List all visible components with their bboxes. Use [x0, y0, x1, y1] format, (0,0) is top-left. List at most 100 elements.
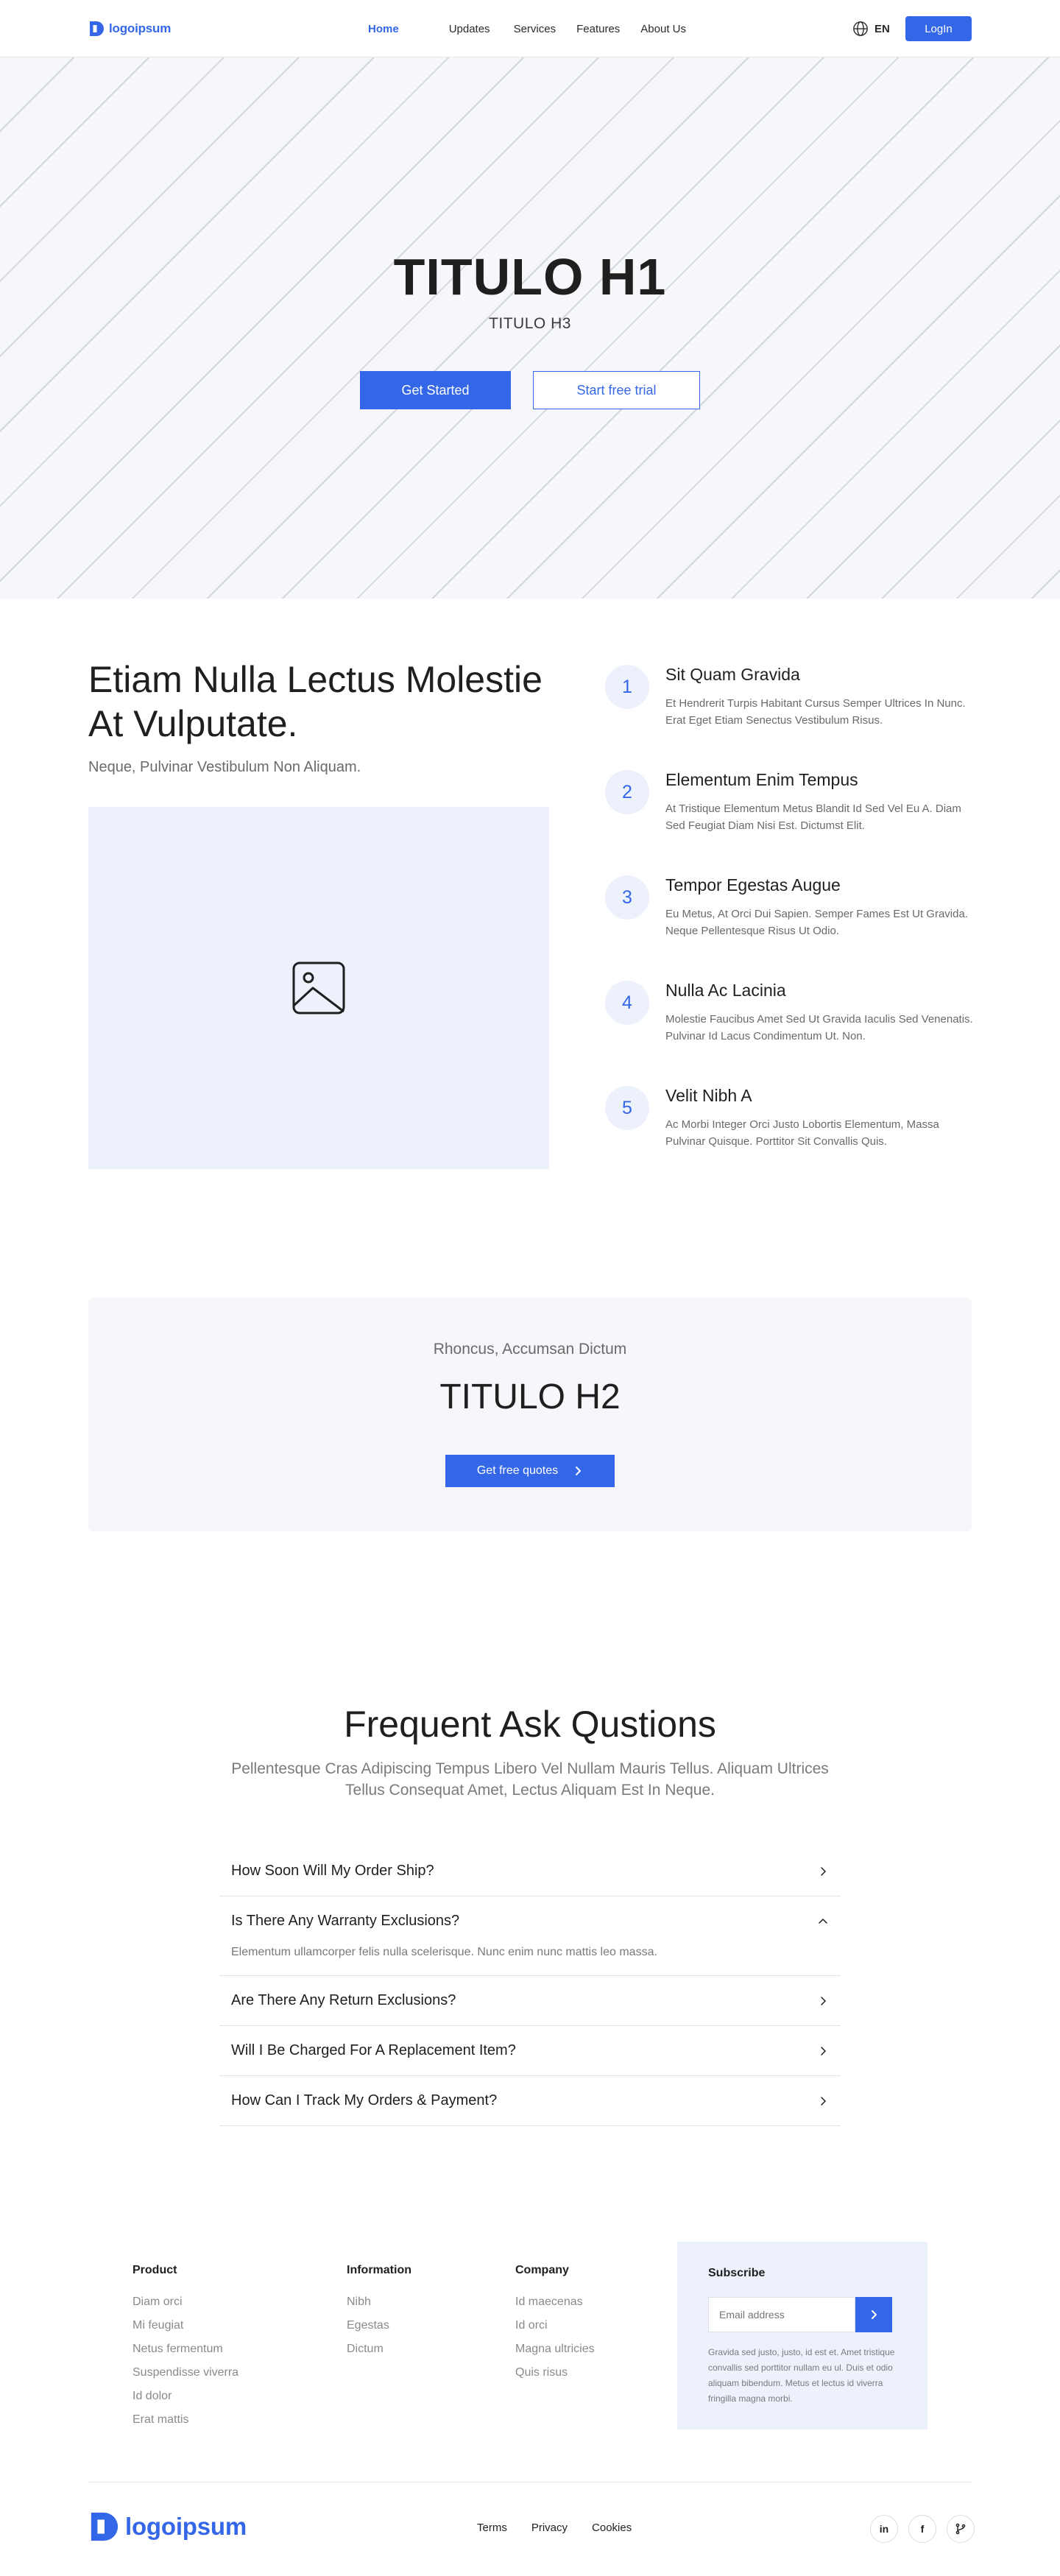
- cta-button-label: Get free quotes: [476, 1464, 559, 1477]
- faq-item: Will I Be Charged For A Replacement Item…: [219, 2026, 841, 2076]
- subscribe-heading: Subscribe: [708, 2267, 766, 2279]
- footer-column-heading: Company: [515, 2264, 569, 2276]
- footer-link[interactable]: Mi feugiat: [132, 2314, 239, 2337]
- faq-question[interactable]: Are There Any Return Exclusions?: [219, 1976, 841, 2025]
- faq-answer: Elementum ullamcorper felis nulla sceler…: [231, 1946, 657, 1958]
- subscribe-button[interactable]: [855, 2297, 892, 2332]
- faq-question[interactable]: How Can I Track My Orders & Payment?: [219, 2076, 841, 2125]
- step-title: Tempor Egestas Augue: [665, 875, 841, 894]
- faq-item: How Soon Will My Order Ship?: [219, 1846, 841, 1896]
- footer-link[interactable]: Magna ultricies: [515, 2337, 595, 2361]
- faq-section: Frequent Ask Qustions Pellentesque Cras …: [0, 1622, 1060, 2189]
- steps-list: 1 Sit Quam Gravida Et Hendrerit Turpis H…: [605, 665, 973, 1191]
- email-field[interactable]: [708, 2297, 855, 2332]
- social-links: in f: [870, 2515, 975, 2543]
- globe-icon: [853, 21, 868, 36]
- step-item: 3 Tempor Egestas Augue Eu Metus, At Orci…: [605, 875, 973, 981]
- faq-item: How Can I Track My Orders & Payment?: [219, 2076, 841, 2126]
- nav-link-features[interactable]: Features: [576, 23, 620, 35]
- footer-link-privacy[interactable]: Privacy: [531, 2522, 568, 2534]
- faq-question-text: Will I Be Charged For A Replacement Item…: [231, 2042, 516, 2058]
- linkedin-icon[interactable]: in: [870, 2515, 898, 2543]
- get-started-button[interactable]: Get Started: [360, 371, 511, 409]
- hero-section: TITULO H1 TITULO H3 Get Started Start fr…: [0, 57, 1060, 599]
- footer-link[interactable]: Quis risus: [515, 2361, 595, 2385]
- footer-link[interactable]: Suspendisse viverra: [132, 2361, 239, 2385]
- step-number: 5: [605, 1086, 649, 1130]
- top-navbar: logoipsum Home Updates Services Features…: [0, 0, 1060, 57]
- facebook-label: f: [920, 2523, 925, 2535]
- hero-title: TITULO H1: [393, 248, 667, 306]
- faq-question[interactable]: Will I Be Charged For A Replacement Item…: [219, 2026, 841, 2075]
- subscribe-card: Subscribe Gravida sed justo, justo, id e…: [677, 2242, 928, 2429]
- footer-link[interactable]: Diam orci: [132, 2290, 239, 2314]
- login-button[interactable]: LogIn: [905, 16, 972, 41]
- image-placeholder-icon: [292, 961, 345, 1014]
- footer-link[interactable]: Dictum: [347, 2337, 411, 2361]
- faq-subtitle: Pellentesque Cras Adipiscing Tempus Libe…: [231, 1760, 829, 1799]
- footer-column-information: Information Nibh Egestas Dictum: [347, 2264, 411, 2361]
- step-description: Et Hendrerit Turpis Habitant Cursus Semp…: [665, 697, 966, 727]
- language-selector[interactable]: EN: [852, 21, 890, 37]
- cta-card: Rhoncus, Accumsan Dictum TITULO H2 Get f…: [88, 1298, 972, 1531]
- subscribe-text: Gravida sed justo, justo, id est et. Ame…: [708, 2347, 895, 2404]
- faq-title: Frequent Ask Qustions: [344, 1704, 716, 1745]
- footer-link[interactable]: Id orci: [515, 2314, 595, 2337]
- faq-list: How Soon Will My Order Ship? Is There An…: [219, 1846, 841, 2126]
- nav-link-services[interactable]: Services: [514, 23, 556, 35]
- footer-link[interactable]: Nibh: [347, 2290, 411, 2314]
- chevron-up-icon: [819, 1918, 827, 1924]
- cta-section: Rhoncus, Accumsan Dictum TITULO H2 Get f…: [0, 1287, 1060, 1622]
- step-title: Nulla Ac Lacinia: [665, 981, 786, 1000]
- chevron-right-icon: [821, 1996, 826, 2005]
- logo-text: logoipsum: [109, 21, 172, 35]
- footer-link[interactable]: Erat mattis: [132, 2408, 239, 2432]
- footer-column-company: Company Id maecenas Id orci Magna ultric…: [515, 2264, 595, 2385]
- footer-link[interactable]: Egestas: [347, 2314, 411, 2337]
- nav-link-home[interactable]: Home: [368, 23, 399, 35]
- step-description: Eu Metus, At Orci Dui Sapien. Semper Fam…: [665, 908, 968, 937]
- chevron-right-icon: [872, 2310, 877, 2319]
- footer-legal-links: Terms Privacy Cookies: [477, 2522, 632, 2534]
- footer: Product Diam orci Mi feugiat Netus ferme…: [0, 2189, 1060, 2552]
- footer-link[interactable]: Id maecenas: [515, 2290, 595, 2314]
- footer-logo[interactable]: logoipsum: [88, 2509, 247, 2544]
- cta-title: TITULO H2: [439, 1377, 621, 1416]
- facebook-icon[interactable]: f: [908, 2515, 936, 2543]
- chevron-right-icon: [821, 2046, 826, 2055]
- features-subtitle: Neque, Pulvinar Vestibulum Non Aliquam.: [88, 759, 361, 775]
- nav-link-updates[interactable]: Updates: [449, 23, 490, 35]
- step-item: 1 Sit Quam Gravida Et Hendrerit Turpis H…: [605, 665, 973, 770]
- faq-question-text: How Soon Will My Order Ship?: [231, 1863, 434, 1879]
- git-branch-icon[interactable]: [947, 2515, 975, 2543]
- nav-link-about-us[interactable]: About Us: [640, 23, 686, 35]
- start-free-trial-button[interactable]: Start free trial: [533, 371, 700, 409]
- step-item: 4 Nulla Ac Lacinia Molestie Faucibus Ame…: [605, 981, 973, 1086]
- faq-question-text: Is There Any Warranty Exclusions?: [231, 1913, 460, 1929]
- faq-item: Are There Any Return Exclusions?: [219, 1976, 841, 2026]
- language-label: EN: [875, 22, 890, 35]
- step-number: 3: [605, 875, 649, 920]
- chevron-right-icon: [821, 2096, 826, 2106]
- footer-column-product: Product Diam orci Mi feugiat Netus ferme…: [132, 2264, 239, 2432]
- step-number: 1: [605, 665, 649, 709]
- faq-question[interactable]: How Soon Will My Order Ship?: [219, 1846, 841, 1896]
- header-logo[interactable]: logoipsum: [88, 20, 171, 38]
- step-description: Molestie Faucibus Amet Sed Ut Gravida Ia…: [665, 1013, 973, 1042]
- footer-link-cookies[interactable]: Cookies: [592, 2522, 632, 2534]
- get-free-quotes-button[interactable]: Get free quotes: [445, 1455, 615, 1487]
- step-number: 2: [605, 770, 649, 814]
- git-branch-glyph: [955, 2523, 966, 2535]
- footer-link[interactable]: Id dolor: [132, 2385, 239, 2408]
- footer-link[interactable]: Netus fermentum: [132, 2337, 239, 2361]
- step-title: Velit Nibh A: [665, 1086, 752, 1105]
- step-title: Sit Quam Gravida: [665, 665, 800, 684]
- features-title: Etiam Nulla Lectus Molestie At Vulputate…: [88, 659, 543, 744]
- logo-icon: [91, 2512, 119, 2541]
- faq-question-text: Are There Any Return Exclusions?: [231, 1992, 456, 2008]
- footer-divider: [88, 2482, 972, 2483]
- step-item: 2 Elementum Enim Tempus At Tristique Ele…: [605, 770, 973, 875]
- faq-question[interactable]: Is There Any Warranty Exclusions?: [219, 1896, 841, 1946]
- footer-link-terms[interactable]: Terms: [477, 2522, 507, 2534]
- linkedin-label: in: [879, 2523, 889, 2535]
